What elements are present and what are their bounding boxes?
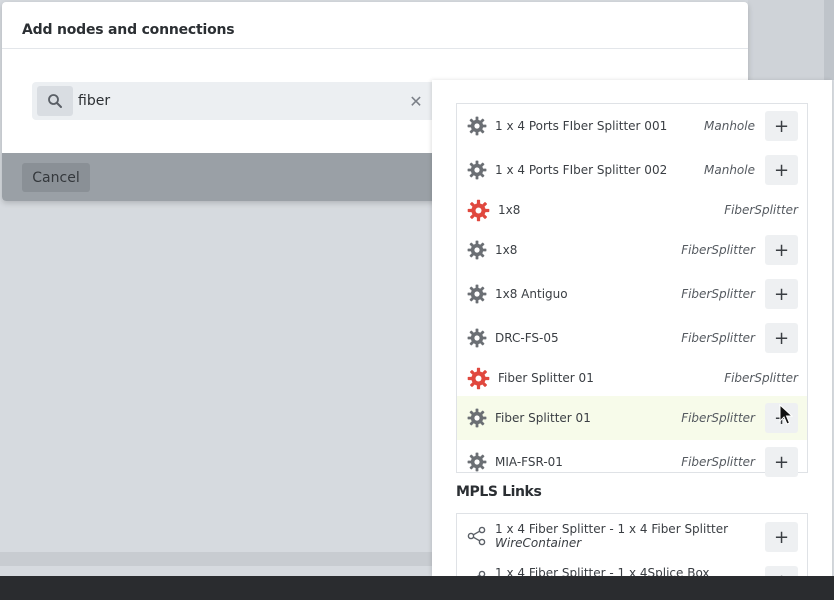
result-label: Fiber Splitter 01 — [495, 411, 591, 425]
gear-icon — [467, 116, 487, 136]
search-results-panel: 1 x 4 Ports FIber Splitter 001 Manhole +1 … — [432, 80, 832, 576]
result-label: DRC-FS-05 — [495, 331, 559, 345]
add-node-button[interactable]: + — [765, 235, 798, 265]
result-label: MIA-FSR-01 — [495, 455, 563, 469]
result-type: FiberSplitter — [681, 331, 755, 345]
result-label: 1 x 4 Ports FIber Splitter 001 — [495, 119, 668, 133]
clear-search-button[interactable]: ✕ — [406, 91, 426, 111]
gear-icon — [467, 408, 487, 428]
result-type: Manhole — [704, 119, 755, 133]
result-row: 1x8 Antiguo FiberSplitter + — [457, 272, 807, 316]
result-label: 1x8 — [498, 203, 521, 217]
background-strip — [748, 0, 834, 80]
result-row: 1x8 FiberSplitter + — [457, 228, 807, 272]
add-node-button[interactable]: + — [765, 447, 798, 477]
link-type: WireContainer — [495, 536, 582, 550]
search-icon — [37, 86, 73, 116]
gear-icon — [467, 328, 487, 348]
link-row: 1 x 4 Fiber Splitter - 1 x 4 Fiber Split… — [457, 514, 807, 558]
add-link-button[interactable]: + — [765, 566, 798, 576]
result-row: MIA-FSR-01 FiberSplitter + — [457, 440, 807, 484]
links-list: 1 x 4 Fiber Splitter - 1 x 4 Fiber Split… — [456, 513, 808, 576]
link-row: 1 x 4 Fiber Splitter - 1 x 4Splice Box + — [457, 558, 807, 576]
result-label: 1 x 4 Ports FIber Splitter 002 — [495, 163, 668, 177]
add-node-button[interactable]: + — [765, 279, 798, 309]
result-label: 1x8 — [495, 243, 518, 257]
gear-icon — [467, 160, 487, 180]
result-label: 1x8 Antiguo — [495, 287, 568, 301]
add-node-button[interactable]: + — [765, 111, 798, 141]
result-type: FiberSplitter — [681, 411, 755, 425]
result-type: FiberSplitter — [681, 455, 755, 469]
section-title-mpls-links: MPLS Links — [456, 484, 542, 500]
mouse-cursor-icon — [779, 404, 793, 425]
result-row: 1 x 4 Ports FIber Splitter 001 Manhole + — [457, 104, 807, 148]
connection-icon — [467, 526, 486, 546]
link-label: 1 x 4 Fiber Splitter - 1 x 4 Fiber Split… — [495, 522, 729, 536]
search-input[interactable] — [78, 90, 378, 112]
result-row: 1 x 4 Ports FIber Splitter 002 Manhole + — [457, 148, 807, 192]
gear-icon — [467, 199, 490, 222]
background-edge — [824, 0, 834, 80]
cancel-button[interactable]: Cancel — [22, 163, 90, 192]
result-row: 1x8 FiberSplitter — [457, 192, 807, 228]
bottom-bar — [0, 576, 834, 600]
add-node-button[interactable]: + — [765, 155, 798, 185]
result-row: DRC-FS-05 FiberSplitter + — [457, 316, 807, 360]
add-node-button[interactable]: + — [765, 323, 798, 353]
link-label: 1 x 4 Fiber Splitter - 1 x 4Splice Box — [495, 566, 710, 576]
search-box: ✕ — [32, 82, 442, 120]
result-row: Fiber Splitter 01 FiberSplitter — [457, 360, 807, 396]
result-type: FiberSplitter — [681, 243, 755, 257]
result-type: FiberSplitter — [724, 203, 798, 217]
results-list: 1 x 4 Ports FIber Splitter 001 Manhole +1 … — [456, 103, 808, 477]
gear-icon — [467, 240, 487, 260]
result-label: Fiber Splitter 01 — [498, 371, 594, 385]
result-type: FiberSplitter — [681, 287, 755, 301]
result-type: FiberSplitter — [724, 371, 798, 385]
background-band — [0, 552, 432, 566]
add-link-button[interactable]: + — [765, 522, 798, 552]
result-row: Fiber Splitter 01FiberSplitter+ — [457, 396, 807, 440]
gear-icon — [467, 367, 490, 390]
dialog-header: Add nodes and connections — [2, 2, 748, 49]
gear-icon — [467, 452, 487, 472]
result-type: Manhole — [704, 163, 755, 177]
dialog-title: Add nodes and connections — [22, 22, 235, 38]
gear-icon — [467, 284, 487, 304]
